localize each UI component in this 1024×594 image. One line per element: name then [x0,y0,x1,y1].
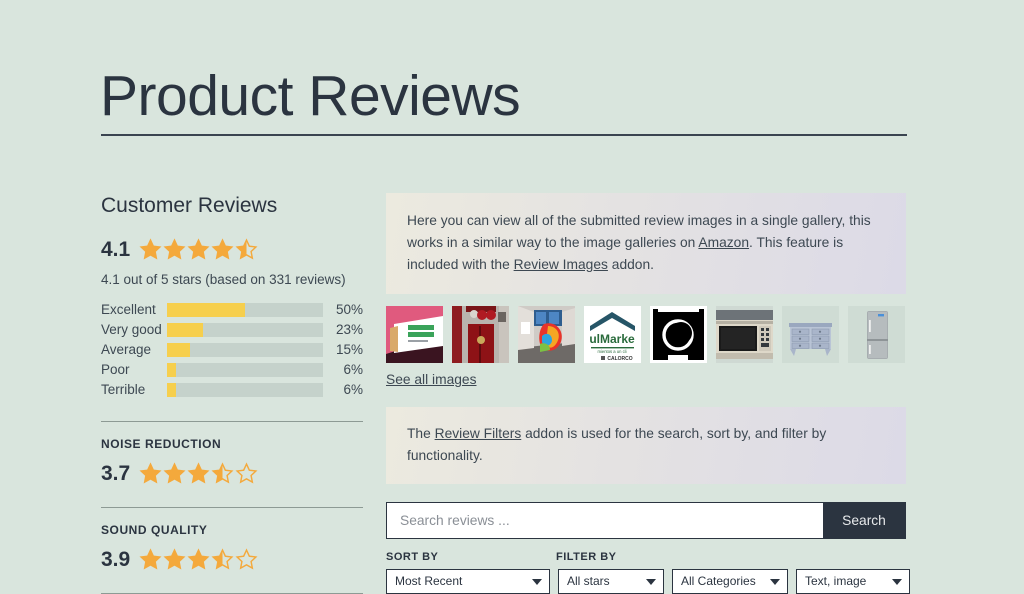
content-type-filter-value: Text, image [805,574,867,589]
customer-reviews-heading: Customer Reviews [101,194,278,217]
good-vibes-card-thumbnail[interactable] [386,306,443,364]
rating-breakdown: Excellent 50% Very good 23% Average 15% Poor 6%… [101,301,363,399]
rating-bar-track [167,343,323,358]
rating-bar-label: Poor [101,362,130,378]
filters-notice-text-1: The [407,426,435,442]
search-button[interactable]: Search [823,502,905,538]
colorful-sculpture-thumbnail[interactable] [518,306,575,364]
search-bar: Search [386,501,906,539]
filter-controls: SORT BY FILTER BY Most Recent All stars … [386,550,910,594]
rating-bar-track [167,383,323,398]
rating-bar-fill [167,383,177,398]
sub-rating-noise-reduction: NOISE REDUCTION 3.7 [101,422,363,485]
washing-machine-thumbnail[interactable] [650,306,707,364]
sub-rating-score: 3.9 [101,548,131,572]
sort-by-value: Most Recent [395,574,463,589]
title-divider [101,134,907,136]
search-input[interactable] [387,502,823,538]
chevron-down-icon [892,579,902,586]
svg-text:mientos a un cli: mientos a un cli [597,349,626,354]
sub-rating-sound-quality: SOUND QUALITY 3.9 [101,508,363,571]
page-title: Product Reviews [100,64,521,129]
filters-notice: The Review Filters addon is used for the… [386,407,906,484]
rating-bar-row: Average 15% [101,341,363,359]
rating-bar-percent: 50% [335,302,363,318]
review-images-link[interactable]: Review Images [514,257,608,272]
overall-rating: 4.1 [101,238,363,261]
categories-filter-value: All Categories [681,574,756,589]
gallery-and-filters-panel: Here you can view all of the submitted r… [386,193,910,594]
overall-star-rating [139,238,258,261]
rating-bar-label: Very good [101,322,162,338]
rating-bar-percent: 23% [335,322,363,338]
rating-bar-track [167,363,323,378]
filter-by-label: FILTER BY [556,550,617,563]
review-filters-link[interactable]: Review Filters [435,426,522,441]
see-all-images-link[interactable]: See all images [386,372,477,387]
rating-bar-label: Excellent [101,302,156,318]
rating-bar-fill [167,363,177,378]
rating-bar-fill [167,343,191,358]
sub-rating-title: NOISE REDUCTION [101,437,222,452]
sort-by-label: SORT BY [386,550,439,563]
blue-dresser-thumbnail[interactable] [782,306,839,364]
rating-bar-track [167,323,323,338]
sub-rating-score: 3.7 [101,462,131,486]
sub-rating-title: SOUND QUALITY [101,523,208,538]
rating-bar-percent: 6% [343,382,363,398]
product-reviews-page: Product Reviews Customer Reviews 4.1 4.1… [0,0,1024,594]
rating-bar-percent: 15% [335,342,363,358]
amazon-link[interactable]: Amazon [698,235,749,250]
overall-score: 4.1 [101,238,131,262]
chevron-down-icon [770,579,780,586]
rating-bar-fill [167,303,245,318]
review-image-gallery: ulMarke mientos a un cli CALORCO [386,306,906,364]
refrigerator-thumbnail[interactable] [848,306,905,364]
rating-bar-fill [167,323,203,338]
rating-bar-track [167,303,323,318]
gallery-notice-text-3: addon. [607,256,654,272]
chevron-down-icon [532,579,542,586]
rating-bar-row: Very good 23% [101,321,363,339]
ulmarket-logo-thumbnail[interactable]: ulMarke mientos a un cli CALORCO [584,306,641,364]
microwave-oven-thumbnail[interactable] [716,306,773,364]
svg-text:ulMarke: ulMarke [589,332,635,346]
rating-bar-label: Terrible [101,382,146,398]
rating-bar-row: Poor 6% [101,361,363,379]
rating-bar-row: Excellent 50% [101,301,363,319]
stars-filter-value: All stars [567,574,610,589]
svg-text:CALORCO: CALORCO [607,356,632,362]
rating-bar-label: Average [101,342,152,358]
chevron-down-icon [646,579,656,586]
sub-rating-stars [139,548,258,571]
customer-reviews-panel: Customer Reviews 4.1 4.1 out of 5 stars … [101,193,363,594]
red-door-hallway-thumbnail[interactable] [452,306,509,364]
rating-bar-row: Terrible 6% [101,381,363,399]
rating-bar-percent: 6% [343,362,363,378]
sub-rating-stars [139,462,258,485]
overall-rating-caption: 4.1 out of 5 stars (based on 331 reviews… [101,272,346,288]
gallery-notice: Here you can view all of the submitted r… [386,193,906,295]
